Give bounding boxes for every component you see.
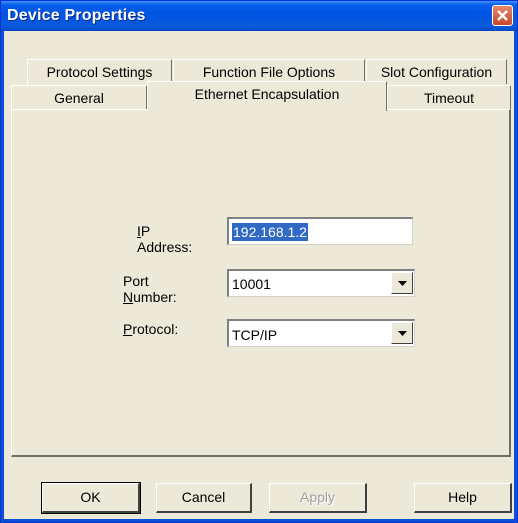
tab-timeout[interactable]: Timeout <box>387 85 511 110</box>
tab-general[interactable]: General <box>11 85 147 110</box>
protocol-label: Protocol: <box>123 321 178 337</box>
window-frame-left <box>1 31 4 523</box>
help-button[interactable]: Help <box>414 483 512 513</box>
ip-address-label: IP Address: <box>137 223 192 255</box>
port-number-value: 10001 <box>232 276 271 292</box>
port-dropdown-button[interactable] <box>391 272 413 294</box>
port-label-text: umber: <box>133 289 177 305</box>
title-bar[interactable]: Device Properties <box>1 1 517 31</box>
protocol-label-accelerator: P <box>123 321 133 337</box>
window-frame-right <box>514 31 517 523</box>
tab-slot-configuration[interactable]: Slot Configuration <box>366 59 507 84</box>
close-button[interactable] <box>492 5 513 26</box>
protocol-value: TCP/IP <box>232 327 278 343</box>
apply-button[interactable]: Apply <box>269 483 367 513</box>
cancel-button[interactable]: Cancel <box>156 483 252 513</box>
protocol-label-text: rotocol: <box>132 321 179 337</box>
port-label-pre: Port <box>123 273 149 289</box>
chevron-down-icon <box>398 331 407 336</box>
device-properties-dialog: Device Properties Protocol Settings Func… <box>0 0 518 523</box>
protocol-dropdown-button[interactable] <box>391 322 413 344</box>
window-title: Device Properties <box>7 7 146 24</box>
ip-address-input[interactable]: 192.168.1.2 <box>227 217 413 245</box>
ip-label-text: P Address: <box>137 223 193 255</box>
ok-button[interactable]: OK <box>41 482 141 514</box>
port-label-accelerator: N <box>123 289 134 305</box>
port-number-label: Port Number: <box>123 273 177 305</box>
chevron-down-icon <box>398 281 407 286</box>
ip-address-value: 192.168.1.2 <box>232 223 308 241</box>
close-icon <box>497 10 508 21</box>
protocol-combobox[interactable]: TCP/IP <box>227 319 415 347</box>
window-frame-bottom <box>1 519 517 522</box>
tab-ethernet-encapsulation[interactable]: Ethernet Encapsulation <box>147 81 387 111</box>
port-number-combobox[interactable]: 10001 <box>227 269 415 297</box>
